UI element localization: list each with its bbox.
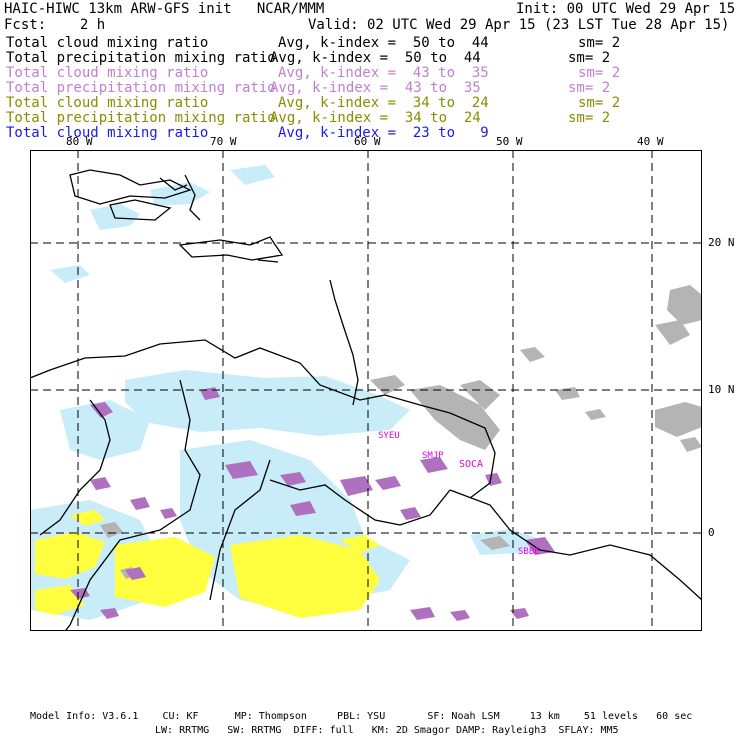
lon-label-60w: 60 W xyxy=(354,135,381,148)
legend-kindex: Avg, k-index = 50 to 44 xyxy=(278,35,489,51)
legend-field: Total cloud mixing ratio xyxy=(6,95,209,111)
legend-sm: sm= 2 xyxy=(578,35,621,51)
station-sbbe: SBBE xyxy=(518,547,540,557)
legend-field: Total precipitation mixing ratio xyxy=(6,80,276,96)
legend-sm: sm= 2 xyxy=(568,110,611,126)
legend-sm: sm= 2 xyxy=(568,50,611,66)
station-smjp: SMJP xyxy=(422,451,444,461)
lon-label-50w: 50 W xyxy=(496,135,523,148)
lon-label-80w: 80 W xyxy=(66,135,93,148)
legend-kindex: Avg, k-index = 43 to 35 xyxy=(270,80,481,96)
station-soca: SOCA xyxy=(459,459,484,470)
lat-label-0: 0 xyxy=(708,526,715,539)
model-title: HAIC-HIWC 13km ARW-GFS init NCAR/MMM xyxy=(4,1,325,17)
legend-field: Total cloud mixing ratio xyxy=(6,65,209,81)
legend-field: Total cloud mixing ratio xyxy=(6,125,209,141)
legend-sm: sm= 2 xyxy=(568,80,611,96)
legend-field: Total precipitation mixing ratio xyxy=(6,50,276,66)
valid-time: Valid: 02 UTC Wed 29 Apr 15 (23 LST Tue … xyxy=(308,17,730,33)
lon-label-40w: 40 W xyxy=(637,135,664,148)
legend-kindex: Avg, k-index = 34 to 24 xyxy=(270,110,481,126)
forecast-map xyxy=(30,150,702,631)
legend-kindex: Avg, k-index = 50 to 44 xyxy=(270,50,481,66)
legend-sm: sm= 2 xyxy=(578,95,621,111)
lat-label-10n: 10 N xyxy=(708,383,735,396)
legend-kindex: Avg, k-index = 43 to 35 xyxy=(278,65,489,81)
lon-label-70w: 70 W xyxy=(210,135,237,148)
legend-field: Total cloud mixing ratio xyxy=(6,35,209,51)
legend-sm: sm= 2 xyxy=(578,65,621,81)
lat-label-20n: 20 N xyxy=(708,236,735,249)
station-syeu: SYEU xyxy=(378,431,400,441)
footer-physics-info: LW: RRTMG SW: RRTMG DIFF: full KM: 2D Sm… xyxy=(155,725,619,736)
init-time: Init: 00 UTC Wed 29 Apr 15 xyxy=(516,1,736,17)
footer-model-info: Model Info: V3.6.1 CU: KF MP: Thompson P… xyxy=(30,711,693,722)
legend-kindex: Avg, k-index = 34 to 24 xyxy=(278,95,489,111)
map-panel xyxy=(30,150,702,631)
forecast-hour: Fcst: 2 h xyxy=(4,17,106,33)
legend-kindex: Avg, k-index = 23 to 9 xyxy=(278,125,489,141)
legend-field: Total precipitation mixing ratio xyxy=(6,110,276,126)
